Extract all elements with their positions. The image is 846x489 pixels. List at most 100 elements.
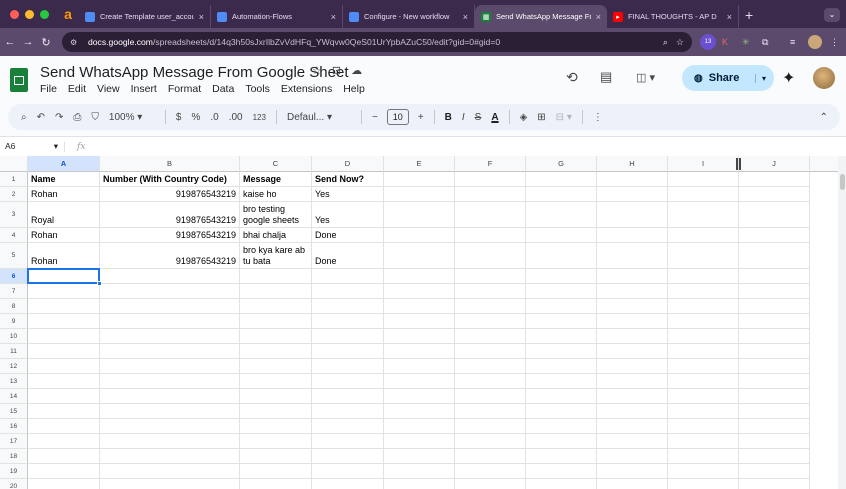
- fill-color-icon[interactable]: ◈: [515, 112, 533, 123]
- cell-h7[interactable]: [597, 284, 668, 299]
- vertical-scrollbar[interactable]: [838, 156, 846, 489]
- cell-f12[interactable]: [455, 359, 526, 374]
- spreadsheet-grid[interactable]: A B C D E F G H I J 1 2 3 4 5 6 7 8 9 10 11 12 13 14 15 16 17 18 19 2…: [0, 156, 846, 489]
- cell-a9[interactable]: [28, 314, 100, 329]
- cell-e7[interactable]: [384, 284, 455, 299]
- cell-i19[interactable]: [668, 464, 739, 479]
- cell-a20[interactable]: [28, 479, 100, 489]
- cell-j10[interactable]: [739, 329, 810, 344]
- currency-format-button[interactable]: $: [171, 112, 187, 123]
- url-bar[interactable]: ⚙ docs.google.com/spreadsheets/d/14q3h50…: [62, 32, 692, 52]
- cell-e5[interactable]: [384, 243, 455, 269]
- cell-h15[interactable]: [597, 404, 668, 419]
- comments-icon[interactable]: ▤: [600, 64, 612, 90]
- cell-i8[interactable]: [668, 299, 739, 314]
- cell-j12[interactable]: [739, 359, 810, 374]
- cell-c15[interactable]: [240, 404, 312, 419]
- extension-icon[interactable]: ✳: [742, 34, 750, 50]
- cell-h18[interactable]: [597, 449, 668, 464]
- cell-c18[interactable]: [240, 449, 312, 464]
- cell-f3[interactable]: [455, 202, 526, 228]
- cell-f5[interactable]: [455, 243, 526, 269]
- cell-j5[interactable]: [739, 243, 810, 269]
- gemini-sparkle-icon[interactable]: ✦: [782, 68, 795, 88]
- cell-i20[interactable]: [668, 479, 739, 489]
- close-tab-icon[interactable]: ×: [727, 12, 732, 22]
- cell-b11[interactable]: [100, 344, 240, 359]
- more-options-icon[interactable]: ⋮: [588, 112, 608, 123]
- row-header-18[interactable]: 18: [0, 449, 28, 464]
- back-icon[interactable]: ←: [2, 36, 18, 48]
- cell-i10[interactable]: [668, 329, 739, 344]
- column-header-b[interactable]: B: [100, 156, 240, 172]
- cloud-status-icon[interactable]: ☁: [351, 64, 362, 77]
- cell-g3[interactable]: [526, 202, 597, 228]
- cell-j8[interactable]: [739, 299, 810, 314]
- strikethrough-button[interactable]: S: [470, 112, 487, 123]
- cell-f7[interactable]: [455, 284, 526, 299]
- cell-e8[interactable]: [384, 299, 455, 314]
- undo-icon[interactable]: ↶: [32, 112, 50, 123]
- cell-e16[interactable]: [384, 419, 455, 434]
- row-header-12[interactable]: 12: [0, 359, 28, 374]
- cell-f8[interactable]: [455, 299, 526, 314]
- cell-h8[interactable]: [597, 299, 668, 314]
- row-header-9[interactable]: 9: [0, 314, 28, 329]
- cell-d15[interactable]: [312, 404, 384, 419]
- cell-c20[interactable]: [240, 479, 312, 489]
- cell-e3[interactable]: [384, 202, 455, 228]
- cell-d14[interactable]: [312, 389, 384, 404]
- browser-menu-icon[interactable]: ⋮: [830, 34, 839, 50]
- cell-c5[interactable]: bro kya kare ab tu bata: [240, 243, 312, 269]
- cell-j16[interactable]: [739, 419, 810, 434]
- cell-b4[interactable]: 919876543219: [100, 228, 240, 243]
- cell-g13[interactable]: [526, 374, 597, 389]
- close-tab-icon[interactable]: ×: [596, 12, 601, 22]
- cell-g20[interactable]: [526, 479, 597, 489]
- minimize-window-button[interactable]: [25, 10, 34, 19]
- row-header-13[interactable]: 13: [0, 374, 28, 389]
- cell-c8[interactable]: [240, 299, 312, 314]
- cell-i11[interactable]: [668, 344, 739, 359]
- cell-g12[interactable]: [526, 359, 597, 374]
- cell-d10[interactable]: [312, 329, 384, 344]
- cell-j20[interactable]: [739, 479, 810, 489]
- search-menus-icon[interactable]: ⌕: [16, 112, 32, 123]
- cell-h16[interactable]: [597, 419, 668, 434]
- cell-i2[interactable]: [668, 187, 739, 202]
- cell-h6[interactable]: [597, 269, 668, 284]
- cell-b1[interactable]: Number (With Country Code): [100, 172, 240, 187]
- cell-b16[interactable]: [100, 419, 240, 434]
- cell-a11[interactable]: [28, 344, 100, 359]
- cell-g6[interactable]: [526, 269, 597, 284]
- font-family-select[interactable]: Defaul... ▾: [282, 112, 356, 123]
- cell-j14[interactable]: [739, 389, 810, 404]
- cell-j2[interactable]: [739, 187, 810, 202]
- cell-c11[interactable]: [240, 344, 312, 359]
- italic-button[interactable]: I: [457, 112, 470, 123]
- cell-a13[interactable]: [28, 374, 100, 389]
- sheets-logo-icon[interactable]: [10, 68, 28, 92]
- cell-f15[interactable]: [455, 404, 526, 419]
- cell-a19[interactable]: [28, 464, 100, 479]
- cell-e20[interactable]: [384, 479, 455, 489]
- column-header-f[interactable]: F: [455, 156, 526, 172]
- increase-decimal-button[interactable]: .00: [224, 112, 248, 123]
- cell-f9[interactable]: [455, 314, 526, 329]
- cell-e2[interactable]: [384, 187, 455, 202]
- version-history-icon[interactable]: ⟲: [566, 64, 578, 90]
- select-all-corner[interactable]: [0, 156, 28, 172]
- cell-a8[interactable]: [28, 299, 100, 314]
- cell-a10[interactable]: [28, 329, 100, 344]
- cell-a12[interactable]: [28, 359, 100, 374]
- bookmark-star-icon[interactable]: ☆: [676, 37, 684, 48]
- maximize-window-button[interactable]: [40, 10, 49, 19]
- close-tab-icon[interactable]: ×: [199, 12, 204, 22]
- row-header-1[interactable]: 1: [0, 172, 28, 187]
- row-header-15[interactable]: 15: [0, 404, 28, 419]
- cell-g7[interactable]: [526, 284, 597, 299]
- cell-j6[interactable]: [739, 269, 810, 284]
- cell-d20[interactable]: [312, 479, 384, 489]
- extension-k-icon[interactable]: K: [722, 34, 728, 50]
- menu-format[interactable]: Format: [168, 83, 201, 95]
